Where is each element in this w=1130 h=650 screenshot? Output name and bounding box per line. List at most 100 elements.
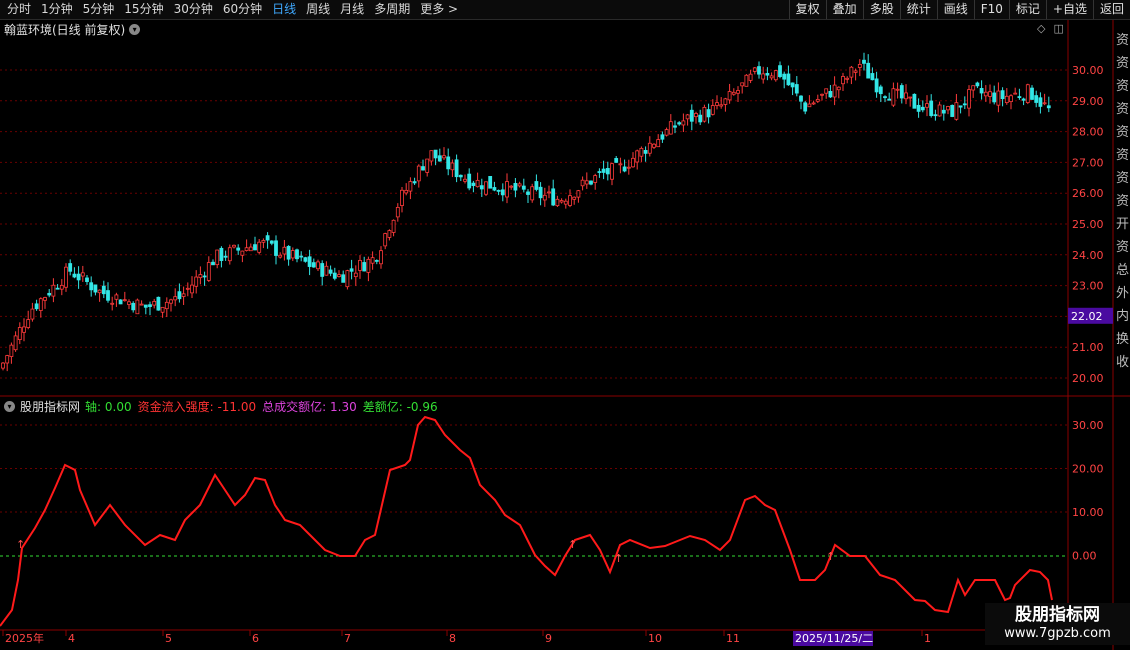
candle-body	[530, 186, 535, 201]
candle-body	[442, 155, 446, 159]
candle-body	[437, 155, 442, 162]
candle-body	[815, 99, 820, 102]
candle-body	[904, 92, 908, 100]
side-panel-char: 资	[1116, 33, 1129, 48]
candle-body	[286, 245, 291, 260]
candle-body	[118, 299, 123, 305]
candle-body	[899, 85, 904, 99]
chart-canvas[interactable]: 30.00 29.00 28.00 27.00 26.00 25.00 24.00 23.00…	[0, 0, 1130, 650]
candle-body	[341, 274, 346, 283]
buy-arrow-icon: ↑	[614, 552, 623, 565]
candle-body	[866, 62, 871, 79]
side-panel-char: 资	[1116, 125, 1129, 140]
candle-body	[639, 147, 644, 157]
candle-body	[895, 88, 900, 91]
candle-body	[996, 90, 1001, 106]
candle-body	[706, 109, 711, 118]
candle-body	[828, 91, 833, 98]
candle-body	[954, 102, 959, 120]
x-axis-label: 9	[545, 632, 552, 645]
candle-body	[803, 102, 808, 112]
candle-body	[143, 304, 148, 308]
candle-body	[962, 103, 967, 106]
candle-body	[227, 247, 232, 262]
side-panel-char: 内	[1116, 308, 1129, 324]
candle-body	[794, 84, 799, 94]
candle-body	[1013, 92, 1018, 95]
candle-body	[404, 189, 409, 194]
indicator-tick: 0.00	[1072, 550, 1097, 563]
candle-body	[1038, 97, 1043, 107]
candle-body	[841, 76, 845, 85]
candle-body	[572, 196, 577, 200]
candle-body	[202, 275, 207, 278]
candle-body	[727, 91, 732, 101]
candle-body	[664, 129, 669, 136]
side-panel-char: 资	[1116, 240, 1129, 255]
candle-body	[135, 299, 140, 315]
candle-body	[992, 92, 997, 103]
candle-body	[517, 183, 522, 187]
candle-body	[131, 302, 136, 311]
candle-body	[101, 285, 106, 295]
candle-body	[870, 73, 875, 81]
candle-body	[211, 261, 215, 266]
candle-body	[593, 175, 598, 183]
candle-body	[51, 284, 56, 297]
candle-body	[253, 244, 257, 251]
candle-body	[614, 158, 619, 163]
candle-body	[194, 276, 199, 287]
candle-body	[299, 255, 304, 258]
candle-body	[941, 109, 946, 114]
candle-body	[303, 257, 308, 262]
candle-body	[156, 296, 161, 311]
price-tick: 23.00	[1072, 280, 1104, 293]
candle-body	[269, 240, 274, 244]
candle-body	[265, 235, 270, 241]
candle-body	[307, 256, 312, 267]
candle-body	[22, 326, 26, 333]
price-tick: 20.00	[1072, 372, 1104, 385]
candle-body	[169, 299, 173, 304]
side-panel-char: 换	[1116, 332, 1129, 347]
candle-body	[316, 261, 320, 270]
candle-body	[547, 191, 551, 194]
candle-body	[59, 284, 64, 290]
candle-body	[589, 180, 593, 185]
side-panel-char: 外	[1116, 286, 1129, 301]
price-tick: 24.00	[1072, 249, 1104, 262]
candle-body	[521, 185, 526, 190]
side-panel-char: 资	[1116, 194, 1129, 209]
candle-body	[542, 194, 547, 201]
candle-body	[1009, 95, 1013, 103]
candle-body	[967, 89, 971, 109]
candle-body	[47, 292, 52, 296]
price-tick: 30.00	[1072, 64, 1104, 77]
buy-arrow-icon: ↑	[16, 538, 25, 551]
candle-body	[1034, 95, 1039, 103]
x-axis-label: 10	[648, 632, 662, 645]
candle-body	[937, 104, 942, 117]
candle-body	[845, 77, 850, 80]
watermark-url: www.7gpzb.com	[1004, 626, 1111, 641]
candle-body	[883, 96, 887, 99]
watermark-title: 股朋指标网	[1015, 605, 1100, 625]
candle-body	[971, 85, 976, 91]
x-axis-label: 8	[449, 632, 456, 645]
candle-body	[979, 88, 984, 94]
price-tick: 27.00	[1072, 156, 1104, 169]
candle-body	[782, 73, 787, 80]
x-axis-label: 1	[924, 632, 931, 645]
candle-body	[975, 82, 980, 87]
candle-body	[929, 100, 934, 116]
candle-body	[832, 84, 837, 98]
candle-body	[76, 273, 81, 281]
x-axis-label: 6	[252, 632, 259, 645]
candle-body	[748, 73, 753, 81]
candle-body	[857, 63, 862, 68]
side-panel-char: 开	[1116, 217, 1129, 232]
candle-body	[492, 187, 497, 191]
price-tick: 26.00	[1072, 187, 1104, 200]
candle-body	[248, 246, 253, 252]
candle-body	[374, 260, 379, 262]
